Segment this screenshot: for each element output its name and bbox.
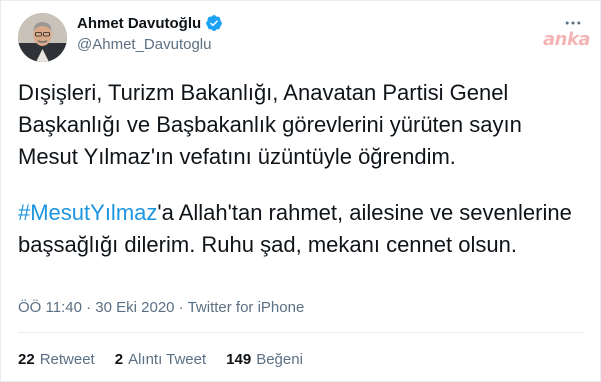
likes-stat[interactable]: 149 Beğeni	[226, 351, 303, 368]
quotes-count: 2	[114, 351, 124, 368]
profile-photo	[18, 13, 67, 62]
tweet-paragraph-1: Dışişleri, Turizm Bakanlığı, Anavatan Pa…	[18, 80, 522, 169]
author-name[interactable]: Ahmet Davutoğlu	[77, 15, 201, 32]
quotes-stat[interactable]: 2 Alıntı Tweet	[115, 351, 206, 368]
tweet-paragraph-2: #MesutYılmaz'a Allah'tan rahmet, ailesin…	[18, 197, 578, 261]
tweet-meta: ÖÖ 11:40 · 30 Eki 2020 · Twitter for iPh…	[18, 299, 304, 316]
quotes-label: Alıntı Tweet	[128, 351, 207, 368]
tweet-time[interactable]: ÖÖ 11:40	[18, 299, 82, 316]
hashtag-link[interactable]: #MesutYılmaz	[18, 200, 157, 225]
verified-badge-icon	[205, 14, 223, 32]
tweet-text: Dışişleri, Turizm Bakanlığı, Anavatan Pa…	[18, 77, 578, 261]
divider	[18, 332, 584, 333]
tweet-card: Ahmet Davutoğlu @Ahmet_Davutoglu anka Dı…	[0, 0, 601, 382]
author-handle[interactable]: @Ahmet_Davutoglu	[77, 36, 211, 53]
likes-label: Beğeni	[256, 351, 303, 368]
meta-separator: ·	[81, 299, 96, 316]
retweets-count: 22	[18, 351, 35, 368]
meta-separator: ·	[174, 299, 188, 316]
retweets-label: Retweet	[39, 351, 95, 368]
likes-count: 149	[226, 351, 252, 368]
tweet-source[interactable]: Twitter for iPhone	[188, 299, 305, 316]
retweets-stat[interactable]: 22 Retweet	[18, 351, 95, 368]
avatar[interactable]	[18, 13, 67, 62]
author-name-row: Ahmet Davutoğlu	[77, 14, 223, 32]
tweet-stats: 22 Retweet 2 Alıntı Tweet 149 Beğeni	[18, 351, 323, 368]
tweet-date[interactable]: 30 Eki 2020	[95, 299, 174, 316]
watermark-logo: anka	[543, 29, 591, 50]
